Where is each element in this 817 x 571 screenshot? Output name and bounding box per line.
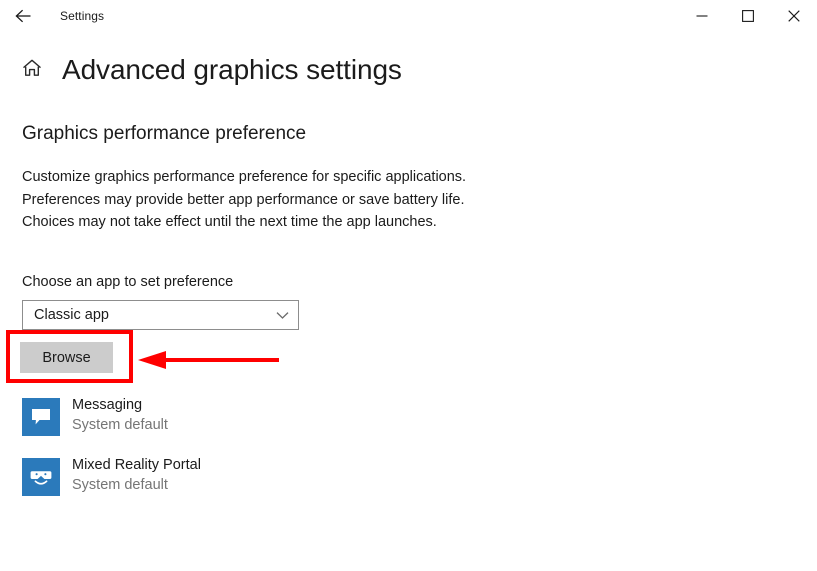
close-button[interactable] — [771, 0, 817, 32]
window-controls — [679, 0, 817, 32]
minimize-icon — [696, 10, 708, 22]
list-item[interactable]: Mixed Reality Portal System default — [0, 453, 817, 513]
annotation-arrow-icon — [136, 348, 281, 372]
choose-app-label: Choose an app to set preference — [22, 274, 234, 290]
page-title: Advanced graphics settings — [62, 54, 402, 85]
back-arrow-icon — [15, 8, 33, 24]
window-title: Settings — [60, 9, 105, 23]
back-button[interactable] — [8, 2, 40, 30]
maximize-button[interactable] — [725, 0, 771, 32]
app-preference-value: System default — [72, 477, 168, 493]
section-title: Graphics performance preference — [22, 123, 307, 144]
app-name: Mixed Reality Portal — [72, 457, 201, 473]
app-preference-list: Messaging System default Mixed Reality P… — [0, 393, 817, 513]
app-preference-value: System default — [72, 417, 168, 433]
app-type-dropdown-value: Classic app — [34, 307, 109, 323]
minimize-button[interactable] — [679, 0, 725, 32]
chevron-down-icon — [274, 301, 290, 329]
app-name: Messaging — [72, 397, 143, 413]
app-type-dropdown[interactable]: Classic app — [22, 300, 299, 330]
section-description: Customize graphics performance preferenc… — [22, 169, 467, 230]
list-item[interactable]: Messaging System default — [0, 393, 817, 453]
home-icon — [21, 58, 43, 83]
close-icon — [788, 10, 800, 22]
messaging-icon — [22, 398, 60, 436]
title-bar: Settings — [0, 0, 817, 32]
browse-button[interactable]: Browse — [20, 342, 113, 373]
maximize-icon — [742, 10, 754, 22]
home-button[interactable] — [18, 56, 46, 84]
mixed-reality-portal-icon — [22, 458, 60, 496]
